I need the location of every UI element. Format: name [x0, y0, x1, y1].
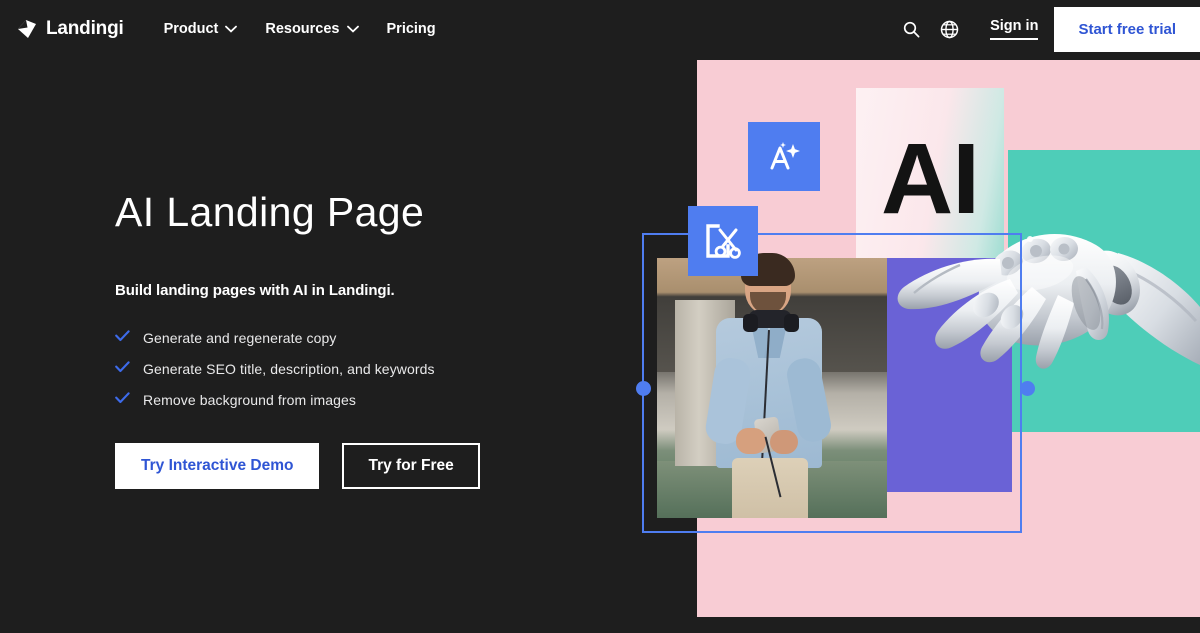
image-selection-frame[interactable] — [635, 233, 1035, 533]
check-icon — [115, 391, 130, 409]
logo[interactable]: Landingi — [16, 0, 124, 58]
feature-list: Generate and regenerate copy Generate SE… — [115, 329, 635, 409]
page-title: AI Landing Page — [115, 189, 425, 235]
magic-text-icon[interactable] — [748, 122, 820, 191]
resize-handle-right[interactable] — [1020, 381, 1035, 396]
remove-background-scissors-icon[interactable] — [688, 206, 758, 276]
list-item: Generate SEO title, description, and key… — [115, 360, 635, 378]
nav-item-resources[interactable]: Resources — [251, 0, 372, 58]
check-icon — [115, 329, 130, 347]
nav-item-product[interactable]: Product — [150, 0, 252, 58]
nav-links: Product Resources Pricing — [150, 0, 450, 58]
try-interactive-demo-button[interactable]: Try Interactive Demo — [115, 442, 320, 489]
hero-subtitle: Build landing pages with AI in Landingi. — [115, 281, 395, 299]
feature-label: Remove background from images — [143, 391, 356, 408]
search-icon[interactable] — [892, 0, 930, 58]
hero-content: AI Landing Page Build landing pages with… — [115, 189, 635, 489]
hero-image-collage: AI — [600, 0, 1200, 633]
sign-in-link[interactable]: Sign in — [990, 18, 1039, 41]
chevron-down-icon — [346, 21, 359, 37]
nav-item-product-label: Product — [163, 21, 219, 37]
list-item: Generate and regenerate copy — [115, 329, 635, 347]
check-icon — [115, 360, 130, 378]
chevron-down-icon — [225, 21, 238, 37]
nav-item-pricing[interactable]: Pricing — [373, 0, 450, 58]
cta-buttons: Try Interactive Demo Try for Free — [115, 442, 635, 489]
diamond-logo-icon — [16, 18, 38, 40]
nav-right-actions: Sign in Start free trial — [892, 0, 1200, 58]
feature-label: Generate and regenerate copy — [143, 329, 337, 346]
try-for-free-button[interactable]: Try for Free — [342, 442, 480, 489]
feature-label: Generate SEO title, description, and key… — [143, 360, 435, 377]
nav-item-pricing-label: Pricing — [386, 21, 436, 37]
logo-text: Landingi — [46, 18, 124, 39]
start-free-trial-button[interactable]: Start free trial — [1054, 6, 1200, 52]
top-navigation-bar: Landingi Product Resources Pricing Sign … — [0, 0, 1200, 58]
globe-icon[interactable] — [930, 0, 968, 58]
landing-page: Landingi Product Resources Pricing Sign … — [0, 0, 1200, 633]
nav-item-resources-label: Resources — [265, 21, 340, 37]
list-item: Remove background from images — [115, 391, 635, 409]
resize-handle-left[interactable] — [635, 381, 651, 396]
